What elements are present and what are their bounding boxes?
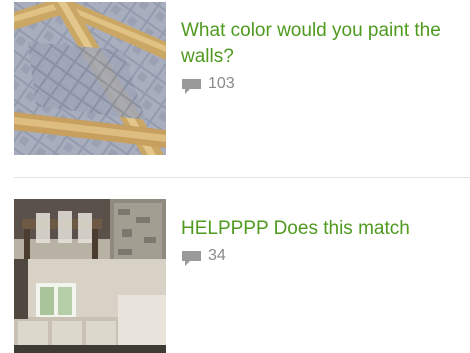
discussion-thumbnail[interactable] (14, 2, 166, 155)
list-item: HELPPPP Does this match 34 (0, 196, 470, 353)
discussion-list: What color would you paint the walls? 10… (0, 0, 470, 353)
kitchen-room-image (14, 199, 166, 353)
item-divider (14, 177, 470, 178)
comment-meta: 34 (181, 246, 452, 266)
comment-bubble-icon (181, 250, 202, 267)
discussion-text: HELPPPP Does this match 34 (181, 216, 452, 266)
list-item: What color would you paint the walls? 10… (0, 0, 470, 160)
comment-count: 34 (208, 247, 226, 264)
tiled-floor-image (14, 2, 166, 155)
comment-meta: 103 (181, 74, 452, 94)
discussion-title-link[interactable]: What color would you paint the walls? (181, 18, 452, 70)
comment-bubble-icon (181, 78, 202, 95)
discussion-text: What color would you paint the walls? 10… (181, 18, 452, 94)
comment-count: 103 (208, 75, 235, 92)
discussion-title-link[interactable]: HELPPPP Does this match (181, 216, 452, 242)
discussion-thumbnail[interactable] (14, 199, 166, 353)
